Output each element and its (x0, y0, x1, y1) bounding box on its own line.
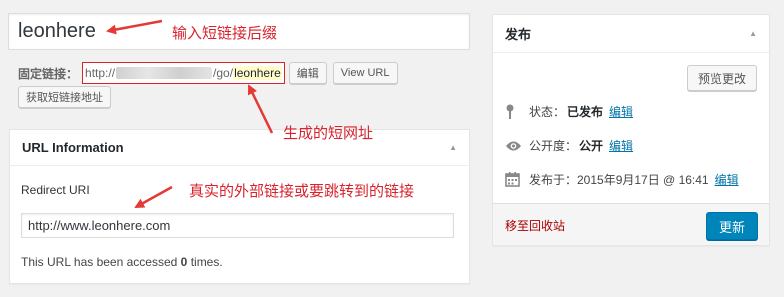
visibility-value: 公开 (579, 139, 604, 153)
access-count-text: This URL has been accessed 0 times. (21, 255, 223, 269)
url-information-title: URL Information (22, 140, 124, 155)
access-text-after: times. (190, 255, 223, 269)
url-information-box: URL Information ▲ Redirect URI http://ww… (9, 129, 470, 284)
permalink-label: 固定链接： (18, 66, 79, 81)
move-to-trash-link[interactable]: 移至回收站 (505, 217, 565, 234)
calendar-icon (505, 172, 523, 188)
annotation-short-url-note: 生成的短网址 (283, 124, 374, 142)
triangle-up-icon[interactable]: ▲ (749, 29, 757, 38)
date-edit-link[interactable]: 编辑 (715, 171, 739, 188)
date-label: 发布于：2015年9月17日 @ 16:41 (529, 173, 709, 187)
permalink-url[interactable]: http:// /go/ leonhere (82, 62, 285, 84)
permalink-edit-button[interactable]: 编辑 (288, 62, 327, 84)
permalink-row: 固定链接： http:// /go/ leonhere 编辑 View URL (18, 61, 398, 85)
publish-title: 发布 (505, 27, 532, 42)
status-value: 已发布 (567, 105, 604, 119)
access-text-before: This URL has been accessed (21, 255, 178, 269)
permalink-slug: leonhere (233, 66, 282, 80)
get-shortlink-button[interactable]: 获取短链接地址 (18, 86, 111, 108)
publish-actions: 移至回收站 更新 (493, 203, 769, 245)
view-url-button[interactable]: View URL (332, 62, 398, 84)
permalink-prefix: http:// (85, 66, 116, 80)
arrow-to-short-url (247, 84, 274, 134)
permalink-middle: /go/ (213, 66, 234, 80)
status-label: 状态： (529, 105, 566, 119)
preview-changes-button[interactable]: 预览更改 (686, 65, 757, 91)
status-row: 状态： 已发布 编辑 (505, 103, 633, 120)
blurred-domain (116, 67, 213, 79)
annotation-title-note: 输入短链接后缀 (172, 24, 278, 42)
publish-box: 发布 ▲ 预览更改 状态： 已发布 编辑 公开度： 公开 编辑 发布于：2015… (492, 14, 770, 246)
status-edit-link[interactable]: 编辑 (609, 103, 633, 120)
triangle-up-icon[interactable]: ▲ (449, 143, 457, 152)
visibility-row: 公开度： 公开 编辑 (505, 137, 633, 154)
eye-icon (505, 138, 523, 154)
access-count: 0 (180, 255, 188, 269)
redirect-uri-input[interactable]: http://www.leonhere.com (21, 213, 454, 238)
visibility-label: 公开度： (529, 139, 578, 153)
annotation-redirect-note: 真实的外部链接或要跳转到的链接 (189, 182, 415, 200)
date-row: 发布于：2015年9月17日 @ 16:41 编辑 (505, 171, 739, 188)
visibility-edit-link[interactable]: 编辑 (609, 137, 633, 154)
publish-header[interactable]: 发布 ▲ (493, 15, 769, 53)
url-information-header[interactable]: URL Information ▲ (10, 130, 469, 166)
redirect-uri-label: Redirect URI (21, 183, 90, 197)
pin-icon (505, 104, 523, 120)
update-button[interactable]: 更新 (705, 212, 758, 240)
